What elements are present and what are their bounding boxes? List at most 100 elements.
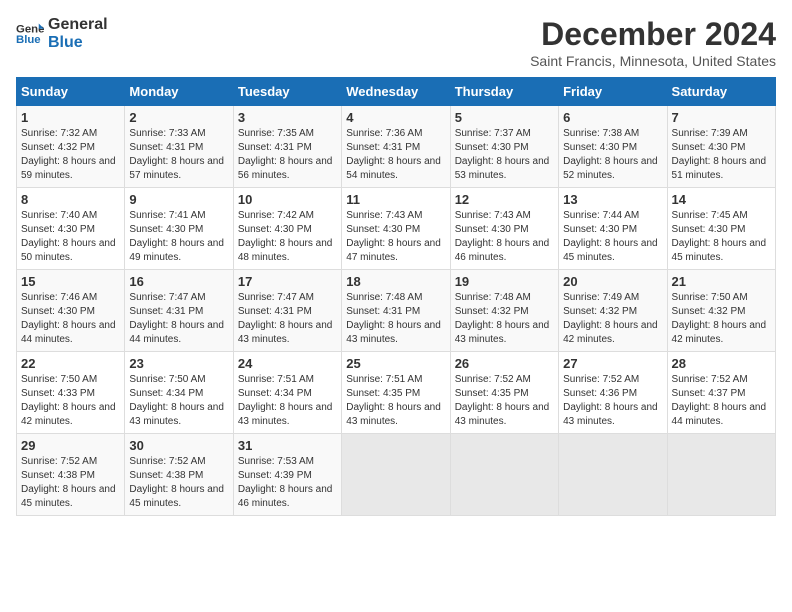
day-info: Sunrise: 7:50 AMSunset: 4:33 PMDaylight:… xyxy=(21,373,120,429)
calendar-cell: 17 Sunrise: 7:47 AMSunset: 4:31 PMDayligh… xyxy=(233,270,341,352)
calendar-cell: 28 Sunrise: 7:52 AMSunset: 4:37 PMDayligh… xyxy=(667,352,775,434)
day-number: 24 xyxy=(238,356,337,371)
header-friday: Friday xyxy=(559,78,667,106)
day-number: 14 xyxy=(672,192,771,207)
calendar-cell: 22 Sunrise: 7:50 AMSunset: 4:33 PMDayligh… xyxy=(17,352,125,434)
calendar-cell: 20 Sunrise: 7:49 AMSunset: 4:32 PMDayligh… xyxy=(559,270,667,352)
calendar-cell: 9 Sunrise: 7:41 AMSunset: 4:30 PMDaylight… xyxy=(125,188,233,270)
calendar-cell: 8 Sunrise: 7:40 AMSunset: 4:30 PMDaylight… xyxy=(17,188,125,270)
calendar-week-row: 15 Sunrise: 7:46 AMSunset: 4:30 PMDayligh… xyxy=(17,270,776,352)
calendar-cell: 5 Sunrise: 7:37 AMSunset: 4:30 PMDaylight… xyxy=(450,106,558,188)
calendar-cell: 11 Sunrise: 7:43 AMSunset: 4:30 PMDayligh… xyxy=(342,188,450,270)
day-info: Sunrise: 7:52 AMSunset: 4:35 PMDaylight:… xyxy=(455,373,554,429)
day-number: 13 xyxy=(563,192,662,207)
day-info: Sunrise: 7:33 AMSunset: 4:31 PMDaylight:… xyxy=(129,127,228,183)
calendar-cell xyxy=(342,434,450,516)
logo-icon: General Blue xyxy=(16,20,44,48)
day-number: 4 xyxy=(346,110,445,125)
day-info: Sunrise: 7:43 AMSunset: 4:30 PMDaylight:… xyxy=(346,209,445,265)
calendar-cell: 10 Sunrise: 7:42 AMSunset: 4:30 PMDayligh… xyxy=(233,188,341,270)
calendar-week-row: 1 Sunrise: 7:32 AMSunset: 4:32 PMDaylight… xyxy=(17,106,776,188)
logo-text-line1: General xyxy=(48,16,108,34)
day-number: 6 xyxy=(563,110,662,125)
day-info: Sunrise: 7:48 AMSunset: 4:32 PMDaylight:… xyxy=(455,291,554,347)
day-info: Sunrise: 7:42 AMSunset: 4:30 PMDaylight:… xyxy=(238,209,337,265)
day-info: Sunrise: 7:52 AMSunset: 4:36 PMDaylight:… xyxy=(563,373,662,429)
day-info: Sunrise: 7:32 AMSunset: 4:32 PMDaylight:… xyxy=(21,127,120,183)
calendar-cell: 31Sunrise: 7:53 AMSunset: 4:39 PMDayligh… xyxy=(233,434,341,516)
calendar-cell: 21Sunrise: 7:50 AMSunset: 4:32 PMDayligh… xyxy=(667,270,775,352)
day-number: 10 xyxy=(238,192,337,207)
day-number: 22 xyxy=(21,356,120,371)
calendar-cell: 27Sunrise: 7:52 AMSunset: 4:36 PMDayligh… xyxy=(559,352,667,434)
month-title: December 2024 xyxy=(530,16,776,53)
calendar-cell: 19 Sunrise: 7:48 AMSunset: 4:32 PMDayligh… xyxy=(450,270,558,352)
day-number: 20 xyxy=(563,274,662,289)
calendar-cell: 1 Sunrise: 7:32 AMSunset: 4:32 PMDaylight… xyxy=(17,106,125,188)
calendar-cell: 16 Sunrise: 7:47 AMSunset: 4:31 PMDayligh… xyxy=(125,270,233,352)
day-number: 15 xyxy=(21,274,120,289)
day-info: Sunrise: 7:53 AMSunset: 4:39 PMDaylight:… xyxy=(238,455,337,511)
day-info: Sunrise: 7:38 AMSunset: 4:30 PMDaylight:… xyxy=(563,127,662,183)
page-header: General Blue General Blue December 2024 … xyxy=(16,16,776,69)
day-number: 16 xyxy=(129,274,228,289)
calendar-cell xyxy=(450,434,558,516)
day-info: Sunrise: 7:46 AMSunset: 4:30 PMDaylight:… xyxy=(21,291,120,347)
calendar-cell: 24 Sunrise: 7:51 AMSunset: 4:34 PMDayligh… xyxy=(233,352,341,434)
calendar-cell: 6 Sunrise: 7:38 AMSunset: 4:30 PMDaylight… xyxy=(559,106,667,188)
svg-text:Blue: Blue xyxy=(16,33,41,45)
title-block: December 2024 Saint Francis, Minnesota, … xyxy=(530,16,776,69)
day-info: Sunrise: 7:48 AMSunset: 4:31 PMDaylight:… xyxy=(346,291,445,347)
day-number: 17 xyxy=(238,274,337,289)
day-info: Sunrise: 7:37 AMSunset: 4:30 PMDaylight:… xyxy=(455,127,554,183)
header-thursday: Thursday xyxy=(450,78,558,106)
day-number: 30 xyxy=(129,438,228,453)
day-info: Sunrise: 7:39 AMSunset: 4:30 PMDaylight:… xyxy=(672,127,771,183)
day-info: Sunrise: 7:47 AMSunset: 4:31 PMDaylight:… xyxy=(238,291,337,347)
calendar-cell: 15 Sunrise: 7:46 AMSunset: 4:30 PMDayligh… xyxy=(17,270,125,352)
day-number: 5 xyxy=(455,110,554,125)
calendar-cell: 2 Sunrise: 7:33 AMSunset: 4:31 PMDaylight… xyxy=(125,106,233,188)
day-info: Sunrise: 7:41 AMSunset: 4:30 PMDaylight:… xyxy=(129,209,228,265)
location: Saint Francis, Minnesota, United States xyxy=(530,53,776,69)
day-number: 2 xyxy=(129,110,228,125)
day-number: 19 xyxy=(455,274,554,289)
day-info: Sunrise: 7:45 AMSunset: 4:30 PMDaylight:… xyxy=(672,209,771,265)
day-info: Sunrise: 7:51 AMSunset: 4:34 PMDaylight:… xyxy=(238,373,337,429)
logo-text-line2: Blue xyxy=(48,34,108,52)
day-number: 12 xyxy=(455,192,554,207)
day-number: 18 xyxy=(346,274,445,289)
day-number: 11 xyxy=(346,192,445,207)
day-number: 21 xyxy=(672,274,771,289)
calendar-cell: 4 Sunrise: 7:36 AMSunset: 4:31 PMDaylight… xyxy=(342,106,450,188)
day-info: Sunrise: 7:50 AMSunset: 4:34 PMDaylight:… xyxy=(129,373,228,429)
day-info: Sunrise: 7:40 AMSunset: 4:30 PMDaylight:… xyxy=(21,209,120,265)
day-info: Sunrise: 7:44 AMSunset: 4:30 PMDaylight:… xyxy=(563,209,662,265)
calendar-header-row: SundayMondayTuesdayWednesdayThursdayFrid… xyxy=(17,78,776,106)
calendar-week-row: 8 Sunrise: 7:40 AMSunset: 4:30 PMDaylight… xyxy=(17,188,776,270)
calendar-cell xyxy=(559,434,667,516)
calendar-cell: 13 Sunrise: 7:44 AMSunset: 4:30 PMDayligh… xyxy=(559,188,667,270)
day-number: 9 xyxy=(129,192,228,207)
calendar-week-row: 29Sunrise: 7:52 AMSunset: 4:38 PMDayligh… xyxy=(17,434,776,516)
day-number: 8 xyxy=(21,192,120,207)
calendar-cell xyxy=(667,434,775,516)
header-saturday: Saturday xyxy=(667,78,775,106)
calendar-cell: 7 Sunrise: 7:39 AMSunset: 4:30 PMDaylight… xyxy=(667,106,775,188)
day-info: Sunrise: 7:49 AMSunset: 4:32 PMDaylight:… xyxy=(563,291,662,347)
day-info: Sunrise: 7:52 AMSunset: 4:37 PMDaylight:… xyxy=(672,373,771,429)
day-number: 1 xyxy=(21,110,120,125)
calendar-cell: 14 Sunrise: 7:45 AMSunset: 4:30 PMDayligh… xyxy=(667,188,775,270)
header-tuesday: Tuesday xyxy=(233,78,341,106)
day-number: 7 xyxy=(672,110,771,125)
day-info: Sunrise: 7:51 AMSunset: 4:35 PMDaylight:… xyxy=(346,373,445,429)
calendar-table: SundayMondayTuesdayWednesdayThursdayFrid… xyxy=(16,77,776,516)
day-number: 28 xyxy=(672,356,771,371)
day-info: Sunrise: 7:47 AMSunset: 4:31 PMDaylight:… xyxy=(129,291,228,347)
calendar-cell: 25 Sunrise: 7:51 AMSunset: 4:35 PMDayligh… xyxy=(342,352,450,434)
day-number: 23 xyxy=(129,356,228,371)
day-number: 25 xyxy=(346,356,445,371)
day-number: 3 xyxy=(238,110,337,125)
day-info: Sunrise: 7:36 AMSunset: 4:31 PMDaylight:… xyxy=(346,127,445,183)
day-number: 29 xyxy=(21,438,120,453)
